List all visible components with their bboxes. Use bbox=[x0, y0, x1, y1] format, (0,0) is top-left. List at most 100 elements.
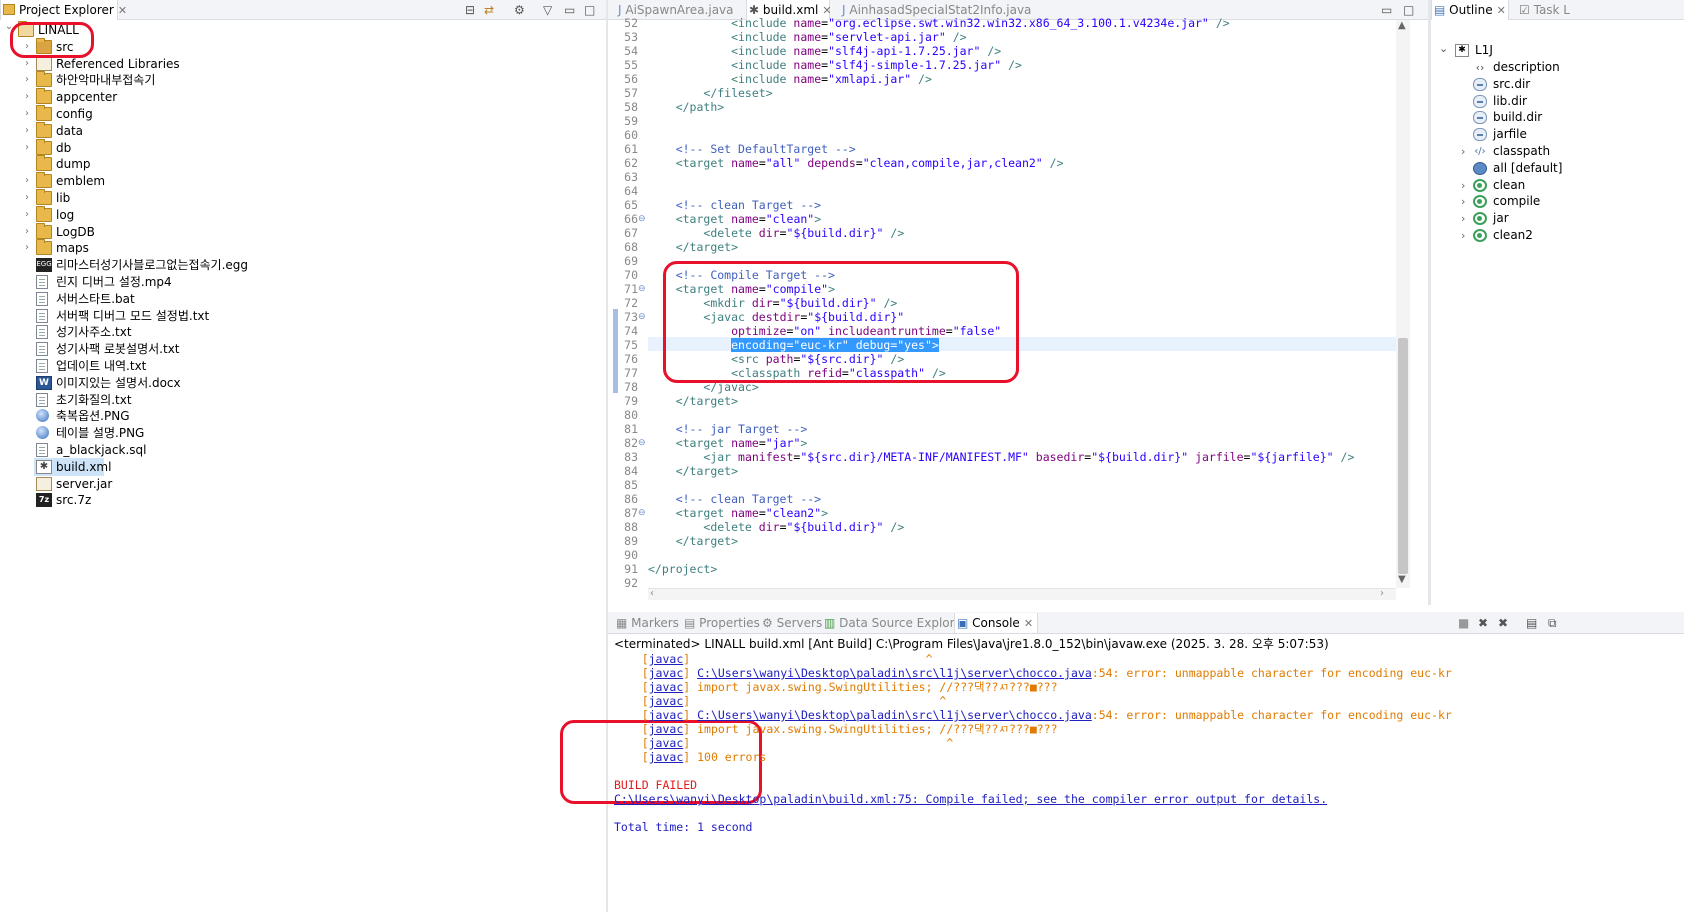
scroll-down-icon[interactable]: ▼ bbox=[1398, 574, 1406, 585]
console-line[interactable]: [javac] import javax.swing.SwingUtilitie… bbox=[614, 722, 1058, 736]
code-line[interactable]: <target name="clean2"> bbox=[648, 506, 828, 520]
remove-all-icon[interactable]: ✖ bbox=[1498, 616, 1508, 630]
outline-item[interactable]: › clean bbox=[1461, 177, 1681, 194]
fold-icon[interactable]: ⊖ bbox=[638, 282, 646, 296]
terminate-icon[interactable]: ■ bbox=[1458, 616, 1469, 630]
chevron-right-icon[interactable]: › bbox=[22, 122, 32, 140]
tree-item[interactable]: › db bbox=[0, 138, 600, 157]
code-line[interactable]: <!-- Set DefaultTarget --> bbox=[648, 142, 856, 156]
code-line[interactable]: <target name="compile"> bbox=[648, 282, 835, 296]
tab-task-list[interactable]: ☑ Task L bbox=[1517, 0, 1587, 20]
code-line[interactable]: </target> bbox=[648, 534, 738, 548]
scroll-lock-icon[interactable]: ▤ bbox=[1526, 616, 1537, 630]
outline-item[interactable]: › compile bbox=[1461, 193, 1681, 210]
editor-hscrollbar[interactable]: ‹ › bbox=[648, 588, 1396, 600]
code-line[interactable]: </javac> bbox=[648, 380, 758, 394]
tree-item[interactable]: › 하안악마내부접속기 bbox=[0, 71, 600, 89]
code-line[interactable]: <src path="${src.dir}" /> bbox=[648, 352, 904, 366]
code-line[interactable]: <javac destdir="${build.dir}" bbox=[648, 310, 904, 324]
link-editor-icon[interactable]: ⇄ bbox=[484, 3, 494, 17]
maximize-icon[interactable]: □ bbox=[1403, 3, 1414, 17]
fold-icon[interactable]: ⊖ bbox=[638, 310, 646, 324]
tab-servers[interactable]: ⚙ Servers bbox=[760, 613, 822, 633]
remove-launch-icon[interactable]: ✖ bbox=[1478, 616, 1488, 630]
code-line[interactable]: </target> bbox=[648, 464, 738, 478]
code-line[interactable]: <!-- clean Target --> bbox=[648, 198, 821, 212]
chevron-right-icon[interactable]: › bbox=[1461, 177, 1465, 194]
fold-icon[interactable]: ⊖ bbox=[638, 506, 646, 520]
console-line[interactable]: Total time: 1 second bbox=[614, 820, 752, 834]
tree-item[interactable]: › maps bbox=[0, 239, 600, 257]
tree-item[interactable]: › emblem bbox=[0, 172, 600, 190]
chevron-right-icon[interactable]: › bbox=[22, 172, 32, 190]
outline-item[interactable]: jarfile bbox=[1461, 126, 1681, 143]
tree-item[interactable]: › LogDB bbox=[0, 222, 600, 241]
tree-item[interactable]: › log bbox=[0, 205, 600, 224]
scroll-right-icon[interactable]: › bbox=[1380, 588, 1384, 599]
tab-outline[interactable]: ▤ Outline ✕ bbox=[1431, 0, 1509, 20]
outline-item[interactable]: › jar bbox=[1461, 210, 1681, 227]
tree-item[interactable]: 린지 디버그 설정.mp4 bbox=[0, 273, 600, 291]
chevron-down-icon[interactable]: ⌄ bbox=[1439, 40, 1448, 57]
editor-vscrollbar[interactable]: ▲ ▼ bbox=[1396, 20, 1410, 588]
code-line[interactable]: </target> bbox=[648, 394, 738, 408]
error-file-link[interactable]: C:\Users\wanyi\Desktop\paladin\src\l1j\s… bbox=[697, 708, 1092, 722]
error-file-link[interactable]: C:\Users\wanyi\Desktop\paladin\src\l1j\s… bbox=[697, 666, 1092, 680]
close-icon[interactable]: ✕ bbox=[1024, 617, 1033, 630]
tree-item[interactable]: 성기사팩 로봇설명서.txt bbox=[0, 340, 600, 358]
chevron-right-icon[interactable]: › bbox=[1461, 143, 1465, 160]
chevron-right-icon[interactable]: › bbox=[22, 105, 32, 123]
code-line[interactable]: optimize="on" includeantruntime="false" bbox=[648, 324, 1001, 338]
code-line[interactable]: <!-- jar Target --> bbox=[648, 422, 808, 436]
code-line[interactable]: <include name="xmlapi.jar" /> bbox=[648, 72, 932, 86]
tree-item[interactable]: › Referenced Libraries bbox=[0, 55, 600, 73]
code-line[interactable]: <include name="servlet-api.jar" /> bbox=[648, 30, 966, 44]
outline-item[interactable]: src.dir bbox=[1461, 76, 1681, 93]
chevron-right-icon[interactable]: › bbox=[22, 223, 32, 241]
project-explorer-tab[interactable]: Project Explorer ✕ bbox=[0, 0, 127, 20]
tree-item[interactable]: › data bbox=[0, 121, 600, 140]
tab-console[interactable]: ▣ Console ✕ bbox=[954, 613, 1038, 633]
chevron-right-icon[interactable]: › bbox=[22, 206, 32, 224]
code-line[interactable]: <include name="slf4j-api-1.7.25.jar" /> bbox=[648, 44, 1001, 58]
code-line[interactable]: </fileset> bbox=[648, 86, 772, 100]
console-line[interactable]: [javac] 100 errors bbox=[614, 750, 767, 764]
code-line[interactable]: <!-- clean Target --> bbox=[648, 492, 821, 506]
minimize-icon[interactable]: ▭ bbox=[564, 3, 575, 17]
chevron-right-icon[interactable]: › bbox=[1461, 210, 1465, 227]
chevron-right-icon[interactable]: › bbox=[22, 239, 32, 257]
tree-item[interactable]: ✱ build.xml bbox=[34, 457, 111, 476]
tree-item[interactable]: dump bbox=[0, 155, 600, 173]
code-line[interactable]: <target name="jar"> bbox=[648, 436, 808, 450]
code-line[interactable]: <classpath refid="classpath" /> bbox=[648, 366, 946, 380]
outline-item[interactable]: all [default] bbox=[1461, 160, 1681, 177]
tree-item[interactable]: 축복옵션.PNG bbox=[0, 407, 600, 425]
tree-item[interactable]: › appcenter bbox=[0, 88, 600, 106]
code-line[interactable]: <delete dir="${build.dir}" /> bbox=[648, 226, 904, 240]
console-line[interactable]: [javac] C:\Users\wanyi\Desktop\paladin\s… bbox=[614, 708, 1452, 722]
chevron-right-icon[interactable]: › bbox=[22, 189, 32, 207]
tree-item[interactable]: 서버스타트.bat bbox=[0, 290, 600, 308]
scroll-thumb[interactable] bbox=[1398, 338, 1408, 574]
tree-item[interactable]: › config bbox=[0, 105, 600, 123]
fold-icon[interactable]: ⊖ bbox=[638, 436, 646, 450]
tree-item[interactable]: 초기화질의.txt bbox=[0, 391, 600, 409]
outline-item[interactable]: › ‹/› classpath bbox=[1461, 143, 1681, 160]
chevron-right-icon[interactable]: › bbox=[22, 71, 32, 89]
chevron-right-icon[interactable]: › bbox=[22, 88, 32, 106]
chevron-right-icon[interactable]: › bbox=[1461, 193, 1465, 210]
build-file-link[interactable]: C:\Users\wanyi\Desktop\paladin\build.xml… bbox=[614, 792, 1327, 806]
tree-item[interactable]: 7z src.7z bbox=[0, 491, 600, 509]
chevron-right-icon[interactable]: › bbox=[22, 139, 32, 157]
scroll-up-icon[interactable]: ▲ bbox=[1398, 20, 1406, 31]
code-line[interactable]: <include name="org.eclipse.swt.win32.win… bbox=[648, 16, 1230, 30]
chevron-right-icon[interactable]: › bbox=[1461, 227, 1465, 244]
code-line[interactable]: <mkdir dir="${build.dir}" /> bbox=[648, 296, 897, 310]
outline-item[interactable]: build.dir bbox=[1461, 109, 1681, 126]
close-icon[interactable]: ✕ bbox=[1497, 4, 1506, 17]
pin-console-icon[interactable]: ⧉ bbox=[1548, 616, 1557, 630]
tree-item[interactable]: 성기사주소.txt bbox=[0, 323, 600, 341]
fold-icon[interactable]: ⊖ bbox=[638, 212, 646, 226]
code-line[interactable]: <include name="slf4j-simple-1.7.25.jar" … bbox=[648, 58, 1022, 72]
tree-item[interactable]: 서버팩 디버그 모드 설정법.txt bbox=[0, 307, 600, 325]
